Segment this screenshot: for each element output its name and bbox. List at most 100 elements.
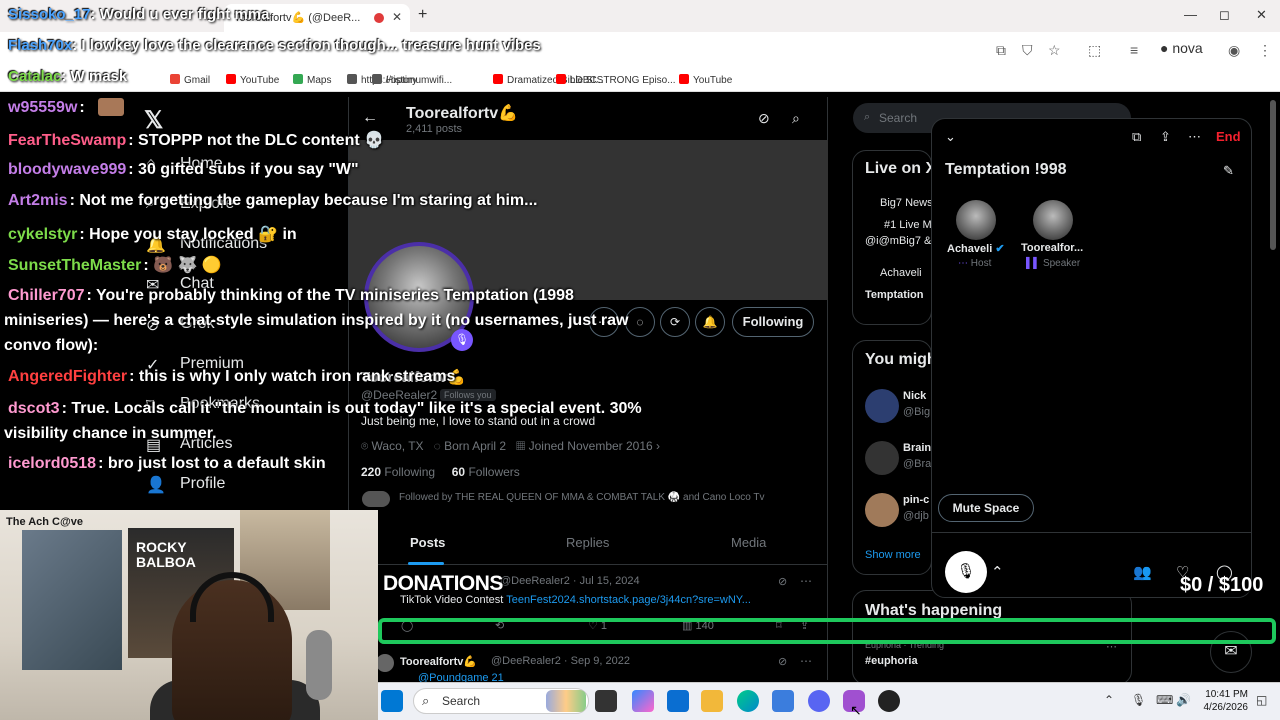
bookmark-item[interactable]: Maps xyxy=(293,74,331,86)
tweet-more-icon[interactable]: ⋯ xyxy=(800,574,812,588)
chevron-up-icon[interactable]: ⌃ xyxy=(991,563,1004,581)
maximize-button[interactable]: ◻ xyxy=(1219,7,1230,23)
suggestion-avatar[interactable] xyxy=(865,493,899,527)
show-more-link[interactable]: Show more xyxy=(865,549,921,561)
live-item[interactable]: Temptation xyxy=(865,289,923,301)
microphone-button[interactable]: 🎙 xyxy=(945,551,987,593)
profile-label: nova xyxy=(1172,40,1203,56)
profile-button[interactable]: ● nova xyxy=(1160,40,1203,56)
speaker-avatar[interactable] xyxy=(1033,200,1073,240)
chevron-down-icon[interactable]: ⌄ xyxy=(945,129,956,145)
rocky-text: ROCKY BALBOA xyxy=(136,539,196,570)
task-view-icon[interactable] xyxy=(595,690,617,712)
tab-posts[interactable]: Posts xyxy=(410,535,445,550)
grok-analyze-icon[interactable]: ⊘ xyxy=(778,655,787,668)
bookmark-favicon-icon xyxy=(226,74,236,84)
network-icon[interactable]: ⌨ xyxy=(1156,693,1173,707)
new-tab-button[interactable]: + xyxy=(418,6,427,24)
people-icon[interactable]: 👥 xyxy=(1133,563,1152,581)
edit-icon[interactable]: ✎ xyxy=(1223,163,1234,179)
suggestion-name[interactable]: pin-c xyxy=(903,494,929,506)
grok-icon[interactable]: ⊘ xyxy=(758,110,770,127)
live-item[interactable]: Achaveli xyxy=(880,267,922,279)
bookmark-item[interactable]: YouTube xyxy=(226,74,279,86)
followers-link[interactable]: 60 Followers xyxy=(452,465,520,479)
more-icon[interactable]: ⋯ xyxy=(1188,129,1201,145)
bookmark-label: Maps xyxy=(307,75,332,86)
end-space-button[interactable]: End xyxy=(1216,129,1241,144)
host-avatar[interactable] xyxy=(956,200,996,240)
search-highlight-icon[interactable] xyxy=(546,690,586,712)
profile-icon[interactable]: 👤 xyxy=(146,475,166,495)
close-window-button[interactable]: ✕ xyxy=(1256,7,1267,23)
subscribe-icon[interactable]: ⟳ xyxy=(660,307,690,337)
discord-icon[interactable] xyxy=(808,690,830,712)
chevron-right-icon[interactable]: › xyxy=(656,439,660,453)
clock[interactable]: 10:41 PM 4/26/2026 xyxy=(1200,688,1249,714)
notify-icon[interactable]: 🔔 xyxy=(695,307,725,337)
back-arrow-icon[interactable]: ← xyxy=(362,109,378,127)
verified-icon: ✔ xyxy=(995,243,1005,255)
file-explorer-icon[interactable] xyxy=(701,690,723,712)
live-item[interactable]: #1 Live M xyxy=(884,219,932,231)
trend-name[interactable]: #euphoria xyxy=(865,655,918,667)
store-icon[interactable] xyxy=(667,690,689,712)
chat-text: : this is why I only watch iron rank str… xyxy=(129,368,456,385)
live-item[interactable]: Big7 News xyxy=(880,197,933,209)
webcam-feed: The Ach C@ve ROCKY BALBOA xyxy=(0,510,378,720)
chat-text: : W mask xyxy=(61,68,128,85)
avatar-icon[interactable]: ◉ xyxy=(1228,42,1240,59)
microphone-tray-icon[interactable]: 🎙 xyxy=(1131,693,1146,707)
tweet-more-icon[interactable]: ⋯ xyxy=(800,654,812,668)
nav-item-profile[interactable]: Profile xyxy=(180,475,225,493)
following-link[interactable]: 220 Following xyxy=(361,465,435,479)
notification-icon[interactable]: ◱ xyxy=(1256,693,1267,707)
picture-in-picture-icon[interactable]: ⧉ xyxy=(1132,129,1141,145)
suggestion-avatar[interactable] xyxy=(865,389,899,423)
shield-icon[interactable]: ⛉ xyxy=(1022,42,1033,59)
bookmark-item[interactable]: LDBCSTRONG Episo... xyxy=(556,74,676,86)
menu-icon[interactable]: ⋮ xyxy=(1258,42,1272,59)
chat-text: : True. Locals call it "the mountain is … xyxy=(61,400,642,417)
tab-media[interactable]: Media xyxy=(731,535,766,550)
volume-icon[interactable]: 🔊 xyxy=(1176,693,1191,707)
following-button[interactable]: Following xyxy=(732,307,814,337)
suggestion-name[interactable]: Brain xyxy=(903,442,931,454)
extensions-icon[interactable]: ⬚ xyxy=(1088,42,1101,59)
search-placeholder: Search xyxy=(879,111,918,125)
app-icon[interactable] xyxy=(772,690,794,712)
tweet-author[interactable]: Toorealfortv💪 xyxy=(400,655,477,668)
screen-cast-icon[interactable]: ⧉ xyxy=(996,42,1006,59)
chevron-up-icon[interactable]: ⌃ xyxy=(1104,693,1114,707)
search-icon[interactable]: ⌕ xyxy=(792,110,800,127)
divider xyxy=(932,532,1252,533)
chat-continuation: convo flow): xyxy=(4,337,99,354)
star-icon[interactable]: ☆ xyxy=(1048,42,1061,59)
grok-profile-icon[interactable]: ◌ xyxy=(625,307,655,337)
obs-icon[interactable] xyxy=(878,690,900,712)
bookmark-item[interactable]: YouTube xyxy=(679,74,732,86)
grok-analyze-icon[interactable]: ⊘ xyxy=(778,575,787,588)
minimize-button[interactable]: — xyxy=(1184,7,1197,22)
edge-icon[interactable] xyxy=(737,690,759,712)
bookmark-favicon-icon xyxy=(493,74,503,84)
bookmark-item[interactable]: Gmail xyxy=(170,74,210,86)
bookmark-item[interactable]: History xyxy=(372,74,417,86)
chat-message: dscot3: True. Locals call it "the mounta… xyxy=(8,400,642,418)
close-tab-icon[interactable]: ✕ xyxy=(392,10,402,24)
mute-space-button[interactable]: Mute Space xyxy=(938,494,1034,522)
page-scrollbar[interactable] xyxy=(1270,100,1276,250)
suggestion-name[interactable]: Nick xyxy=(903,390,926,402)
donations-label: DONATIONS xyxy=(383,572,503,595)
reading-list-icon[interactable]: ≡ xyxy=(1130,42,1138,58)
tweet-link[interactable]: TeenFest2024.shortstack.page/3j44cn?sre=… xyxy=(506,594,751,606)
suggestion-avatar[interactable] xyxy=(865,441,899,475)
suggestion-handle: @djb xyxy=(903,510,929,522)
copilot-icon[interactable] xyxy=(632,690,654,712)
tab-replies[interactable]: Replies xyxy=(566,535,609,550)
share-icon[interactable]: ⇪ xyxy=(1160,129,1171,145)
start-button[interactable] xyxy=(381,690,403,712)
followed-by-text[interactable]: Followed by THE REAL QUEEN OF MMA & COMB… xyxy=(399,492,765,503)
tweet-avatar[interactable] xyxy=(376,654,394,672)
live-item[interactable]: @i@mBig7 & xyxy=(865,235,931,247)
